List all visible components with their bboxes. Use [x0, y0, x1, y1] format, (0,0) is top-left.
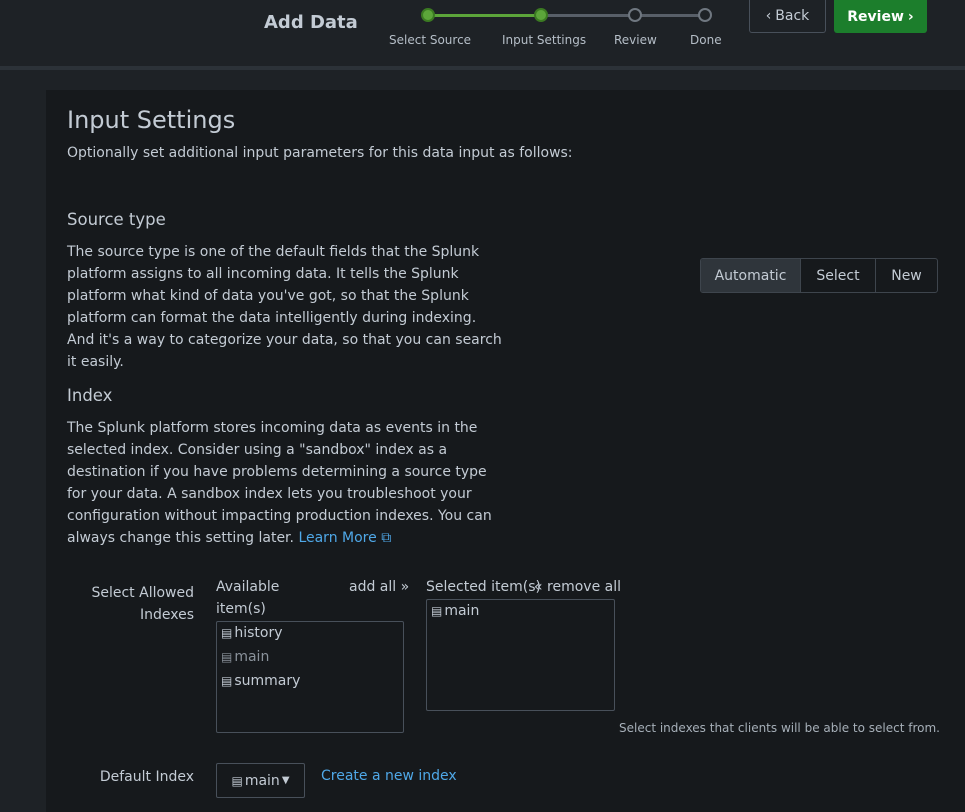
step-dot-review [628, 8, 642, 22]
document-icon: ▤ [221, 674, 233, 688]
document-icon: ▤ [431, 604, 443, 618]
learn-more-label: Learn More [298, 530, 377, 546]
document-icon: ▤ [231, 773, 243, 788]
default-index-select[interactable]: ▤ main ▼ [216, 763, 305, 798]
list-item[interactable]: ▤ summary [221, 673, 300, 689]
default-index-value: main [244, 772, 280, 789]
back-button[interactable]: ‹ Back [749, 0, 826, 33]
back-label: Back [775, 8, 810, 24]
list-item[interactable]: ▤ main [431, 603, 479, 619]
chevron-left-icon: ‹ [765, 8, 772, 24]
step-dot-done [698, 8, 712, 22]
source-type-select-button[interactable]: Select [801, 259, 876, 292]
external-link-icon: ⧉ [381, 530, 392, 546]
review-label: Review [847, 8, 904, 25]
available-items-header: Available item(s) [216, 579, 280, 617]
learn-more-link[interactable]: Learn More ⧉ [298, 530, 391, 546]
list-item-label: main [234, 649, 270, 665]
caret-down-icon: ▼ [281, 775, 290, 786]
step-label-input-settings: Input Settings [502, 33, 587, 47]
available-items-list[interactable]: ▤ history ▤ main ▤ summary [216, 621, 404, 733]
list-item-label: main [444, 603, 480, 619]
page-subtitle: Optionally set additional input paramete… [67, 145, 573, 161]
step-label-select-source: Select Source [389, 33, 472, 47]
selected-items-header: Selected item(s) [426, 579, 541, 595]
top-bar: Add Data Select Source Input Settings Re… [0, 0, 965, 70]
step-dot-input-settings [534, 8, 548, 22]
source-type-new-button[interactable]: New [876, 259, 937, 292]
list-item[interactable]: ▤ main [221, 649, 269, 665]
create-new-index-link[interactable]: Create a new index [321, 768, 457, 784]
progress-line-remaining [541, 14, 705, 17]
chevron-right-icon: › [907, 8, 914, 25]
progress-line-complete [428, 14, 541, 17]
allowed-indexes-label: Select Allowed Indexes [91, 585, 194, 623]
input-settings-panel: Input Settings Optionally set additional… [46, 90, 965, 812]
allowed-indexes-help: Select indexes that clients will be able… [619, 721, 940, 735]
source-type-description: The source type is one of the default fi… [67, 244, 502, 370]
selected-items-list[interactable]: ▤ main [426, 599, 615, 711]
index-description: The Splunk platform stores incoming data… [67, 417, 507, 549]
remove-all-link[interactable]: « remove all [534, 576, 621, 598]
source-type-automatic-button[interactable]: Automatic [701, 259, 801, 292]
page-title: Input Settings [67, 106, 236, 134]
step-label-review: Review [614, 33, 657, 47]
index-description-text: The Splunk platform stores incoming data… [67, 420, 492, 546]
list-item[interactable]: ▤ history [221, 625, 283, 641]
source-type-segmented-control: Automatic Select New [700, 258, 938, 293]
add-all-link[interactable]: add all » [349, 576, 409, 598]
review-button[interactable]: Review › [834, 0, 927, 33]
step-label-done: Done [690, 33, 722, 47]
source-type-heading: Source type [67, 210, 166, 229]
list-item-label: summary [234, 673, 301, 689]
step-dot-select-source [421, 8, 435, 22]
list-item-label: history [234, 625, 283, 641]
document-icon: ▤ [221, 650, 233, 664]
app-title: Add Data [264, 12, 358, 33]
index-heading: Index [67, 386, 113, 405]
document-icon: ▤ [221, 626, 233, 640]
default-index-label: Default Index [99, 769, 194, 785]
